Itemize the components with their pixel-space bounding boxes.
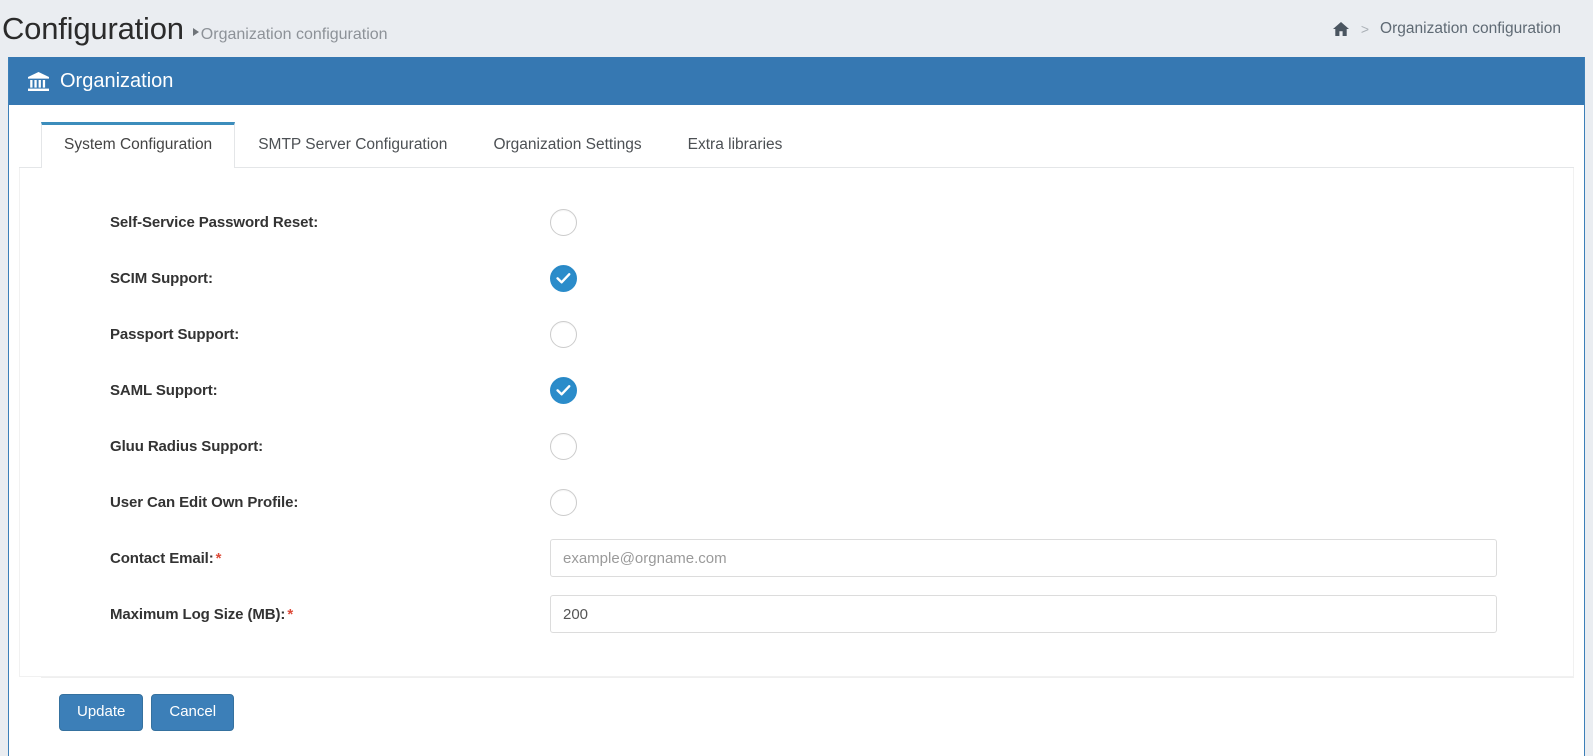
tab-label: Organization Settings (493, 136, 642, 153)
bank-icon (27, 71, 50, 92)
update-button[interactable]: Update (59, 694, 144, 731)
breadcrumb-separator: > (1360, 20, 1370, 37)
control-gluu-radius-support (550, 432, 1573, 460)
tab-label: Extra libraries (687, 136, 783, 153)
max-log-size-input[interactable] (550, 595, 1497, 633)
control-user-can-edit-own-profile (550, 488, 1573, 516)
toggle-user-can-edit-own-profile[interactable] (550, 488, 577, 516)
label-max-log-size: Maximum Log Size (MB): * (20, 606, 550, 623)
form-row-saml-support: SAML Support: (20, 362, 1573, 418)
panel-header: Organization (9, 57, 1584, 105)
home-icon[interactable] (1332, 21, 1350, 37)
control-scim-support (550, 264, 1573, 292)
tab-bar: System Configuration SMTP Server Configu… (19, 121, 1574, 168)
required-marker: * (287, 605, 294, 623)
panel-title: Organization (60, 69, 174, 92)
organization-panel: Organization System Configuration SMTP S… (8, 57, 1585, 756)
label-passport-support: Passport Support: (110, 325, 240, 343)
system-configuration-form: Self-Service Password Reset: SCIM Suppor… (19, 168, 1574, 677)
caret-right-icon (192, 28, 199, 36)
page-heading: Configuration Organization configuration (0, 13, 388, 44)
label-text: Contact Email: (110, 549, 214, 567)
label-self-service-password-reset: Self-Service Password Reset: (110, 213, 319, 231)
page-subtitle: Organization configuration (200, 26, 388, 43)
label-user-can-edit-own-profile: User Can Edit Own Profile: (110, 493, 299, 511)
toggle-gluu-radius-support[interactable] (550, 432, 577, 460)
tab-extra-libraries[interactable]: Extra libraries (665, 122, 806, 168)
form-row-max-log-size: Maximum Log Size (MB): * (20, 586, 1573, 642)
form-row-contact-email: Contact Email: * (20, 530, 1573, 586)
control-max-log-size (550, 595, 1573, 633)
label-scim-support: SCIM Support: (110, 269, 213, 287)
label-saml-support: SAML Support: (110, 381, 218, 399)
tab-label: SMTP Server Configuration (258, 136, 448, 153)
toggle-passport-support[interactable] (550, 320, 577, 348)
form-row-user-can-edit-own-profile: User Can Edit Own Profile: (20, 474, 1573, 530)
contact-email-input[interactable] (550, 539, 1497, 577)
label-gluu-radius-support: Gluu Radius Support: (110, 437, 263, 455)
tab-smtp-server-configuration[interactable]: SMTP Server Configuration (235, 122, 470, 168)
control-saml-support (550, 376, 1573, 404)
required-marker: * (215, 549, 222, 567)
top-bar: Configuration Organization configuration… (0, 0, 1593, 57)
page-subtitle-wrap: Organization configuration (192, 26, 388, 44)
breadcrumb: > Organization configuration (1332, 20, 1577, 38)
control-self-service-password-reset (550, 208, 1573, 236)
tab-label: System Configuration (64, 136, 213, 153)
toggle-saml-support[interactable] (550, 376, 577, 404)
toggle-scim-support[interactable] (550, 264, 577, 292)
label-contact-email: Contact Email: * (20, 550, 550, 567)
toggle-self-service-password-reset[interactable] (550, 208, 577, 236)
cancel-button[interactable]: Cancel (151, 694, 235, 731)
form-row-gluu-radius-support: Gluu Radius Support: (20, 418, 1573, 474)
page-title: Configuration (2, 11, 184, 46)
form-row-scim-support: SCIM Support: (20, 250, 1573, 306)
breadcrumb-current[interactable]: Organization configuration (1380, 20, 1561, 38)
form-actions: Update Cancel (19, 678, 1574, 731)
form-row-self-service-password-reset: Self-Service Password Reset: (20, 194, 1573, 250)
control-passport-support (550, 320, 1573, 348)
label-text: Maximum Log Size (MB): (110, 605, 286, 623)
tab-organization-settings[interactable]: Organization Settings (470, 122, 664, 168)
panel-body: System Configuration SMTP Server Configu… (9, 105, 1584, 731)
form-row-passport-support: Passport Support: (20, 306, 1573, 362)
control-contact-email (550, 539, 1573, 577)
tab-system-configuration[interactable]: System Configuration (41, 122, 236, 168)
